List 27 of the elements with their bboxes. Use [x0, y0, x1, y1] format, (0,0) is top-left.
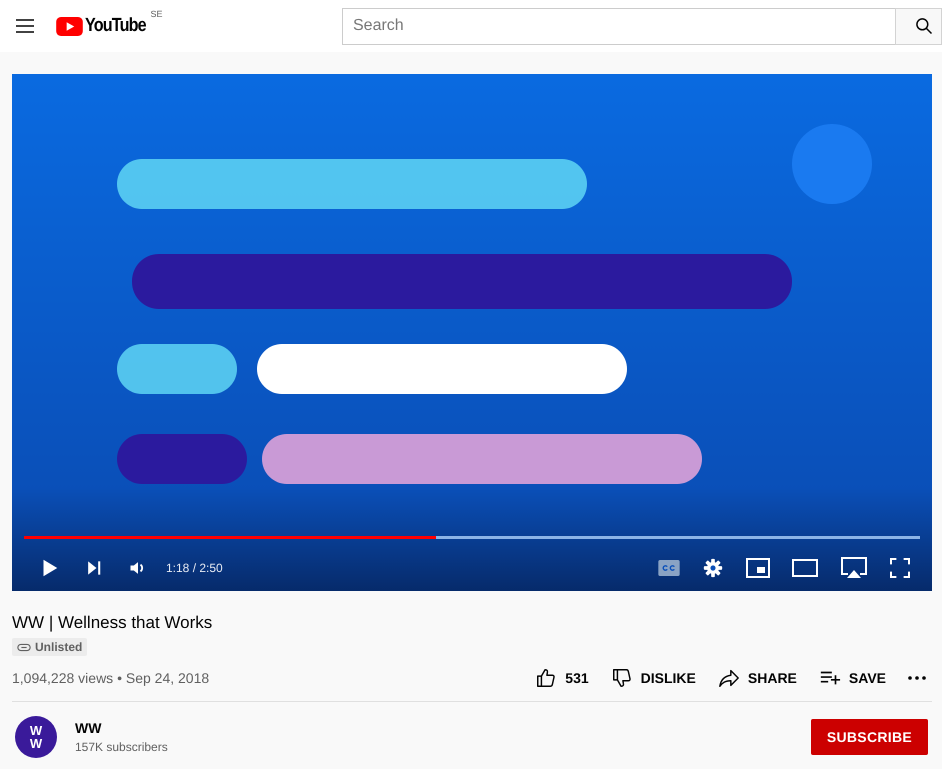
thumbs-up-icon: [535, 666, 558, 688]
settings-icon[interactable]: [702, 557, 724, 579]
like-button[interactable]: 531: [533, 662, 591, 692]
menu-icon[interactable]: [16, 19, 34, 33]
share-button[interactable]: SHARE: [716, 662, 799, 692]
subscribe-button[interactable]: SUBSCRIBE: [810, 718, 928, 754]
video-title: WW | Wellness that Works: [12, 612, 214, 634]
country-code: SE: [150, 9, 162, 19]
save-button[interactable]: SAVE: [816, 662, 888, 692]
time-display: 1:18 / 2:50: [166, 561, 223, 575]
subscriber-count: 157K subscribers: [75, 740, 169, 754]
miniplayer-icon[interactable]: [746, 558, 770, 578]
channel-avatar[interactable]: WW: [15, 716, 57, 758]
badge-label: Unlisted: [35, 640, 82, 654]
captions-icon[interactable]: [658, 560, 680, 576]
search-icon: [914, 16, 934, 36]
dislike-button[interactable]: DISLIKE: [608, 662, 698, 692]
more-icon: [908, 676, 926, 680]
view-count: 1,094,228 views • Sep 24, 2018: [12, 670, 210, 686]
theater-mode-icon[interactable]: [792, 559, 818, 577]
search-button[interactable]: [895, 8, 942, 44]
airplay-icon[interactable]: [840, 556, 868, 580]
link-icon: [17, 642, 31, 652]
fullscreen-icon[interactable]: [890, 558, 910, 578]
thumbs-down-icon: [610, 666, 633, 688]
search-field[interactable]: Search: [342, 8, 895, 44]
channel-name[interactable]: WW: [75, 720, 811, 736]
